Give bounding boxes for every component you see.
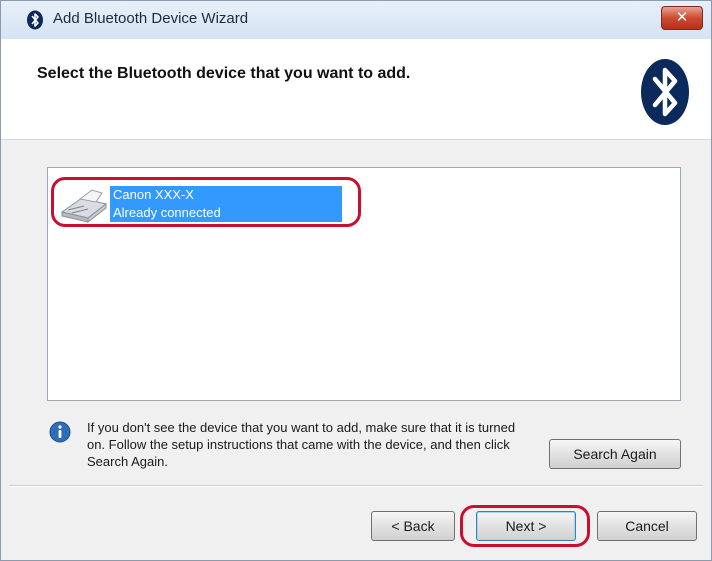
device-highlight-outline: [51, 177, 361, 227]
next-highlight-outline: [460, 505, 590, 547]
close-button[interactable]: ✕: [661, 6, 703, 30]
wizard-window: Add Bluetooth Device Wizard ✕ Select the…: [0, 0, 712, 561]
footer-divider: [9, 485, 703, 487]
bluetooth-logo-icon: [641, 59, 689, 125]
back-button[interactable]: < Back: [371, 511, 455, 541]
info-message: If you don't see the device that you wan…: [87, 420, 516, 469]
cancel-button[interactable]: Cancel: [597, 511, 697, 541]
info-icon: [49, 421, 71, 443]
page-instruction: Select the Bluetooth device that you wan…: [37, 65, 411, 82]
title-bar[interactable]: Add Bluetooth Device Wizard ✕: [1, 1, 711, 39]
bluetooth-icon: [27, 10, 43, 30]
window-title: Add Bluetooth Device Wizard: [53, 10, 249, 27]
search-again-button[interactable]: Search Again: [549, 439, 681, 469]
wizard-header: Select the Bluetooth device that you wan…: [1, 39, 711, 140]
